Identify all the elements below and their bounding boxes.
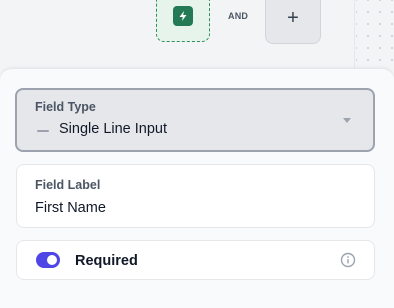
field-label-label: Field Label: [35, 178, 101, 192]
required-row: Required: [16, 240, 375, 280]
trigger-node[interactable]: [156, 0, 210, 42]
required-toggle[interactable]: [36, 252, 60, 268]
add-condition-button[interactable]: +: [265, 0, 321, 44]
field-type-value: Single Line Input: [59, 121, 168, 137]
field-label-value[interactable]: First Name: [35, 200, 106, 216]
canvas-dot-grid: [356, 0, 394, 70]
toggle-knob: [47, 255, 57, 265]
field-type-select[interactable]: Field Type Single Line Input: [15, 88, 375, 152]
chevron-down-icon: [343, 118, 351, 123]
required-label: Required: [75, 253, 138, 269]
field-label-input[interactable]: Field Label First Name: [16, 164, 375, 228]
dash-icon: [37, 130, 49, 132]
canvas-divider: [354, 0, 355, 70]
lightning-bolt-icon: [173, 6, 193, 26]
and-connector-label: AND: [228, 11, 249, 21]
info-icon[interactable]: [340, 252, 356, 268]
field-type-label: Field Type: [35, 100, 96, 114]
